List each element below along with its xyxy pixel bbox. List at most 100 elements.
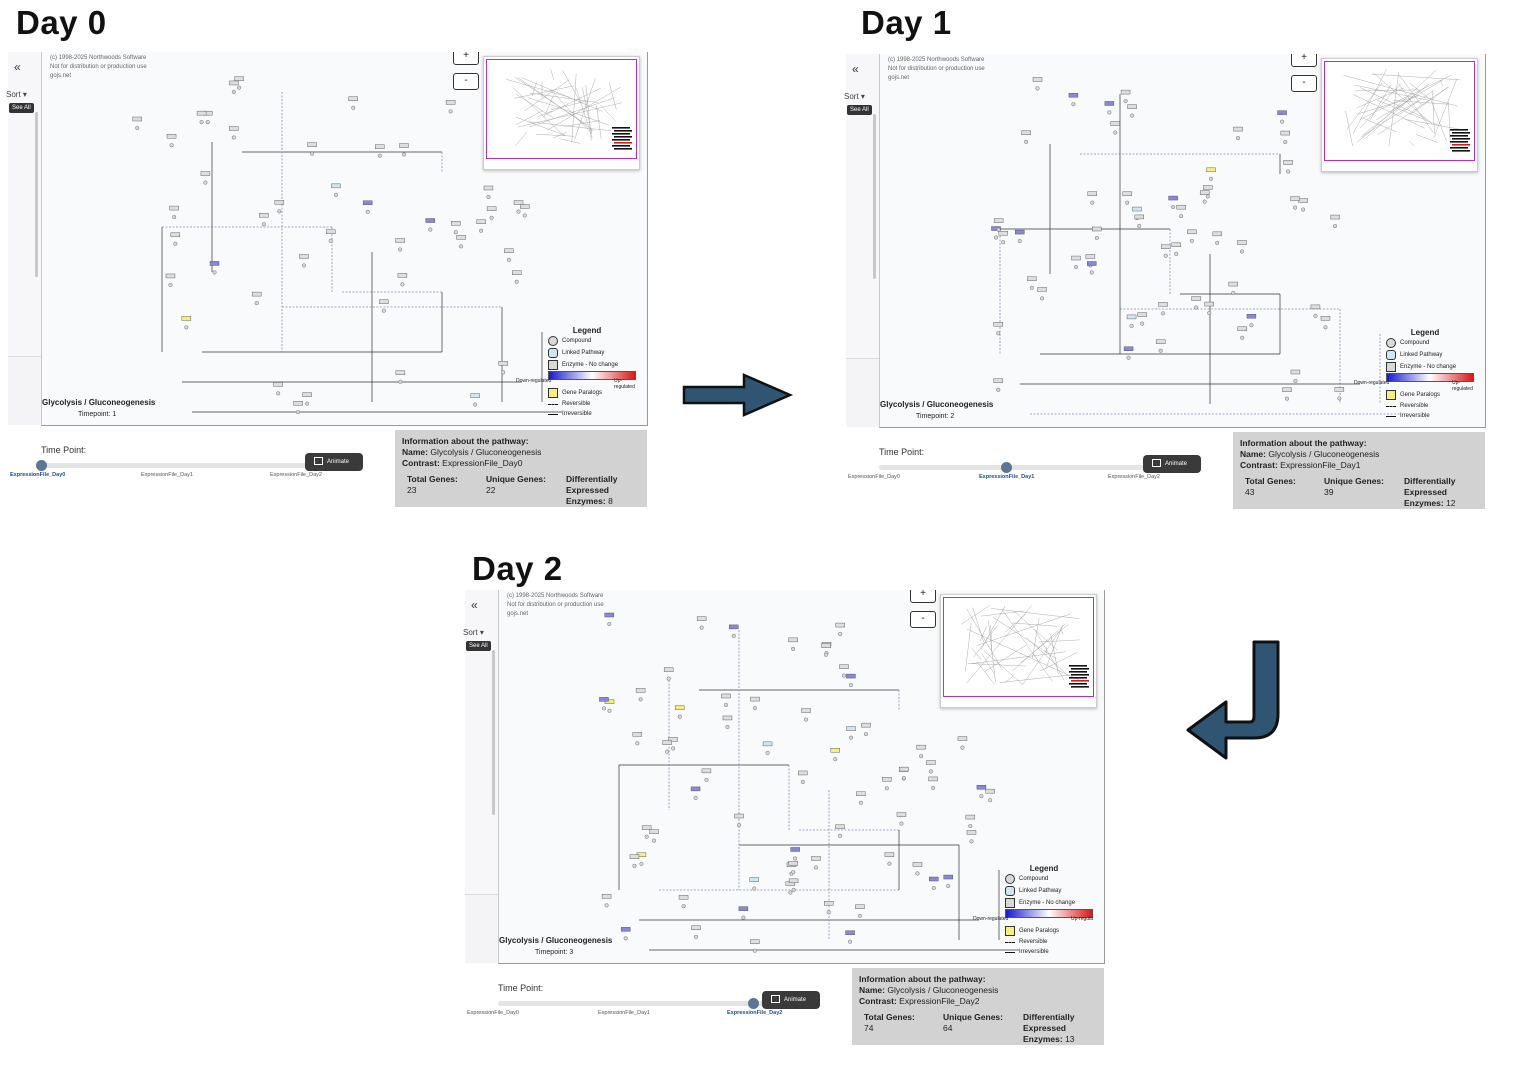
animate-button[interactable]: Animate (1143, 455, 1201, 473)
minimap-edge (585, 85, 592, 141)
minimap-edge (1371, 73, 1461, 81)
see-all-button[interactable]: See All (847, 105, 872, 115)
overview-minimap[interactable] (940, 594, 1097, 708)
sidebar: « Sort ▾ See All (844, 54, 880, 359)
see-all-button[interactable]: See All (9, 103, 34, 113)
copyright-notice: (c) 1998-2025 Northwoods Software Not fo… (50, 54, 147, 81)
collapse-sidebar-button[interactable]: « (14, 60, 21, 74)
slider-option-day2[interactable]: ExpressionFile_Day2 (727, 1010, 782, 1016)
legend-reversible: Reversible (1019, 939, 1048, 945)
animate-button[interactable]: Animate (305, 453, 363, 471)
minimap-edge (1346, 82, 1383, 131)
enzyme-node (701, 768, 712, 774)
enzyme-node (1283, 160, 1293, 165)
compound-node (915, 871, 920, 876)
pathway-canvas[interactable]: (c) 1998-2025 Northwoods Software Not fo… (498, 590, 1105, 964)
sidebar-scrollbar[interactable] (492, 650, 495, 815)
info-total-label: Total Genes: (1245, 476, 1296, 486)
time-slider-thumb[interactable] (748, 998, 759, 1009)
compound-node (1202, 199, 1207, 204)
enzyme-node (620, 927, 631, 932)
enzyme-node (882, 777, 892, 782)
info-total-label: Total Genes: (864, 1012, 915, 1022)
minimap-edge (984, 650, 1024, 685)
chevron-down-icon: ▾ (479, 628, 484, 637)
time-point-label: Time Point: (41, 445, 87, 455)
enzyme-node (1134, 214, 1145, 220)
minimap-legend-bar (1071, 674, 1089, 676)
sidebar-scrollbar[interactable] (35, 112, 38, 277)
compound-node (1040, 296, 1045, 301)
minimap-edge (512, 87, 565, 137)
enzyme-node (830, 748, 840, 753)
sort-dropdown[interactable]: Sort ▾ (6, 90, 27, 99)
chevron-down-icon: ▾ (22, 90, 27, 99)
time-slider-thumb[interactable] (36, 460, 47, 471)
see-all-button[interactable]: See All (466, 641, 491, 651)
compound-node (1171, 205, 1176, 210)
time-slider[interactable] (498, 1001, 764, 1006)
enzyme-node (599, 697, 609, 702)
pathway-info-panel: Information about the pathway: Name: Gly… (1233, 432, 1485, 509)
compound-node (1129, 323, 1134, 328)
compound-node (1215, 240, 1220, 245)
minimap-edge (1360, 100, 1418, 138)
compound-node (666, 676, 671, 681)
info-name-label: Name: (1240, 449, 1266, 459)
compound-node (1158, 348, 1163, 353)
zoom-in-button[interactable]: + (453, 52, 479, 65)
time-slider[interactable] (41, 463, 307, 468)
linked-pathway-icon (1386, 350, 1396, 360)
slider-option-day2[interactable]: ExpressionFile_Day2 (270, 472, 322, 478)
sidebar-scrollbar[interactable] (873, 114, 876, 279)
slider-option-day0[interactable]: ExpressionFile_Day0 (10, 472, 65, 478)
compound-node (514, 279, 519, 284)
collapse-sidebar-button[interactable]: « (852, 62, 859, 76)
zoom-in-button[interactable]: + (910, 590, 936, 603)
sort-dropdown[interactable]: Sort ▾ (844, 92, 865, 101)
slider-option-day1[interactable]: ExpressionFile_Day1 (141, 472, 193, 478)
compound-node (791, 887, 796, 892)
enzyme-node (1176, 204, 1186, 210)
compound-node (788, 890, 793, 895)
enzyme-node (1330, 214, 1340, 220)
compound-node (623, 936, 628, 941)
overview-minimap[interactable] (483, 56, 640, 170)
minimap-edge (1357, 95, 1419, 115)
enzyme-node (993, 218, 1004, 223)
animate-button[interactable]: Animate (762, 991, 820, 1009)
slider-option-day1[interactable]: ExpressionFile_Day1 (979, 474, 1034, 480)
time-slider[interactable] (879, 465, 1145, 470)
overview-minimap[interactable] (1321, 58, 1478, 172)
reversible-line-icon (1005, 942, 1015, 943)
time-slider-thumb[interactable] (1001, 462, 1012, 473)
zoom-out-button[interactable]: - (453, 73, 479, 90)
pathway-canvas[interactable]: (c) 1998-2025 Northwoods Software Not fo… (41, 52, 648, 426)
collapse-sidebar-button[interactable]: « (471, 598, 478, 612)
legend-linked: Linked Pathway (1019, 888, 1062, 894)
enzyme-node (1155, 339, 1166, 344)
info-de-label: Differentially (1023, 1012, 1075, 1022)
compound-node (752, 886, 757, 891)
sort-dropdown[interactable]: Sort ▾ (463, 628, 484, 637)
compound-node (231, 135, 236, 140)
info-unique-value: 64 (943, 1023, 953, 1033)
enzyme-node (1087, 261, 1097, 266)
slider-option-day0[interactable]: ExpressionFile_Day0 (467, 1010, 519, 1016)
zoom-out-button[interactable]: - (910, 611, 936, 628)
compound-node (1283, 140, 1288, 145)
minimap-edge (1345, 110, 1353, 147)
minimap-edge (546, 88, 601, 115)
slider-option-day2[interactable]: ExpressionFile_Day2 (1108, 474, 1160, 480)
pathway-canvas[interactable]: (c) 1998-2025 Northwoods Software Not fo… (879, 54, 1486, 428)
legend-linked: Linked Pathway (562, 350, 605, 356)
minimap-legend (612, 127, 632, 150)
compound-node (516, 209, 521, 214)
enzyme-node (1237, 326, 1247, 332)
zoom-out-button[interactable]: - (1291, 75, 1317, 92)
zoom-in-button[interactable]: + (1291, 54, 1317, 67)
minimap-edge (976, 661, 995, 685)
minimap-legend-bar (1452, 138, 1470, 140)
slider-option-day1[interactable]: ExpressionFile_Day1 (598, 1010, 650, 1016)
slider-option-day0[interactable]: ExpressionFile_Day0 (848, 474, 900, 480)
